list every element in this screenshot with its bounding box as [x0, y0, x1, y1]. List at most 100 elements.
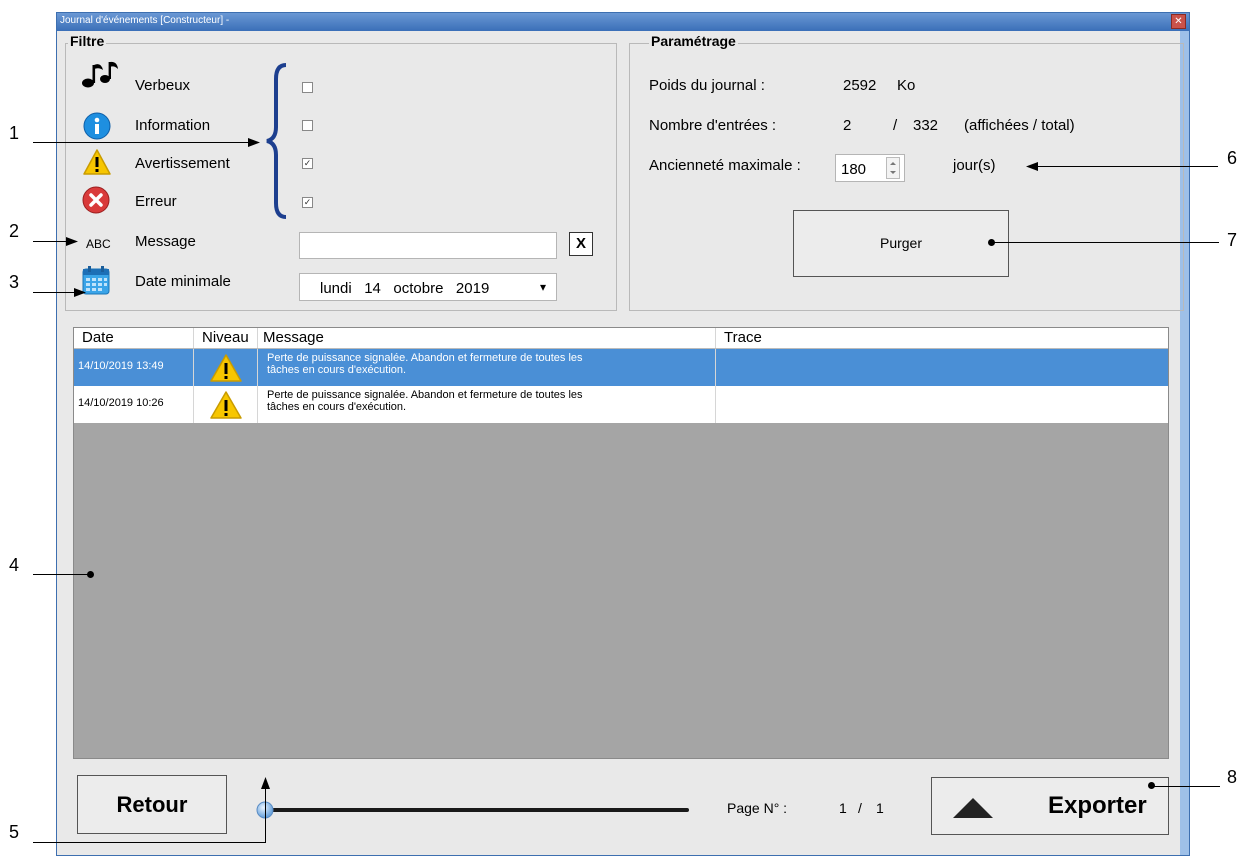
- error-icon: [82, 186, 110, 214]
- column-header-trace[interactable]: Trace: [716, 328, 1168, 348]
- arrow-up-icon: [261, 777, 270, 789]
- row-message-line2: tâches en cours d'exécution.: [267, 364, 407, 376]
- level-label-verbose: Verbeux: [135, 77, 191, 94]
- callout-number: 1: [9, 123, 20, 143]
- callout-number: 7: [1227, 230, 1238, 250]
- column-header-date[interactable]: Date: [74, 328, 194, 348]
- entries-shown-value: 2: [843, 117, 852, 134]
- settings-group-title: Paramétrage: [649, 33, 738, 49]
- callout-line: [33, 574, 89, 575]
- check-icon: ✓: [303, 197, 312, 207]
- music-notes-icon: [82, 61, 118, 88]
- table-header: Date Niveau Message Trace: [74, 328, 1168, 349]
- check-icon: ✓: [303, 158, 312, 168]
- page-total: 1: [876, 800, 884, 816]
- event-table: Date Niveau Message Trace 14/10/2019 13:…: [73, 327, 1169, 759]
- page-current: 1: [839, 800, 847, 816]
- callout-line: [1152, 786, 1220, 787]
- info-icon: [83, 112, 111, 140]
- row-message: Perte de puissance signalée. Abandon et …: [258, 349, 716, 386]
- purge-button-label: Purger: [879, 235, 923, 251]
- row-date: 14/10/2019 10:26: [74, 386, 194, 423]
- back-button[interactable]: Retour: [77, 775, 227, 834]
- message-label: Message: [135, 233, 196, 250]
- checkbox-brace: [266, 63, 287, 219]
- level-label-error: Erreur: [135, 193, 177, 210]
- callout-dot: [1148, 782, 1155, 789]
- table-row[interactable]: 14/10/2019 13:49 Perte de puissance sign…: [74, 349, 1168, 386]
- column-header-message[interactable]: Message: [258, 328, 716, 348]
- export-button[interactable]: Exporter: [931, 777, 1169, 835]
- arrow-left-icon: [1026, 162, 1038, 171]
- min-date-picker[interactable]: lundi 14 octobre 2019 ▾: [299, 273, 557, 301]
- callout-number: 6: [1227, 148, 1238, 168]
- window-title: Journal d'événements [Constructeur] -: [60, 15, 230, 26]
- callout-number: 2: [9, 221, 20, 241]
- entries-separator: /: [893, 117, 898, 134]
- log-weight-unit: Ko: [897, 77, 916, 94]
- row-trace: [716, 349, 1168, 386]
- callout-dot: [87, 571, 94, 578]
- title-bar: Journal d'événements [Constructeur] - ✕: [57, 13, 1189, 31]
- row-message-line1: Perte de puissance signalée. Abandon et …: [267, 352, 583, 364]
- page-slider-track[interactable]: [263, 808, 689, 812]
- clear-message-button[interactable]: X: [569, 232, 593, 256]
- clear-icon: X: [575, 235, 586, 252]
- callout-line: [1219, 786, 1220, 787]
- checkbox-verbose[interactable]: [302, 82, 313, 93]
- message-filter-input[interactable]: [299, 232, 557, 259]
- column-header-level[interactable]: Niveau: [194, 328, 258, 348]
- max-age-spinner[interactable]: 180: [835, 154, 905, 182]
- chevron-down-icon[interactable]: ▾: [540, 280, 546, 294]
- log-weight-value: 2592: [843, 77, 877, 94]
- row-level: [194, 386, 258, 423]
- row-trace: [716, 386, 1168, 423]
- row-message: Perte de puissance signalée. Abandon et …: [258, 386, 716, 423]
- callout-line: [33, 241, 69, 242]
- checkbox-information[interactable]: [302, 120, 313, 131]
- min-date-value: lundi 14 octobre 2019: [320, 280, 490, 297]
- warning-icon: [210, 391, 242, 419]
- max-age-label: Ancienneté maximale :: [649, 157, 801, 174]
- table-row[interactable]: 14/10/2019 10:26 Perte de puissance sign…: [74, 386, 1168, 423]
- filter-group-title: Filtre: [68, 33, 107, 49]
- page-label: Page N° :: [727, 800, 788, 816]
- row-message-line1: Perte de puissance signalée. Abandon et …: [267, 389, 583, 401]
- callout-line: [33, 842, 266, 843]
- callout-line: [33, 142, 255, 143]
- arrow-right-icon: [74, 288, 86, 297]
- log-weight-label: Poids du journal :: [649, 77, 765, 94]
- callout-line: [33, 292, 77, 293]
- level-label-information: Information: [135, 117, 211, 134]
- entries-total-value: 332: [913, 117, 939, 134]
- max-age-unit: jour(s): [953, 157, 996, 174]
- abc-text-icon: ABC: [86, 237, 111, 251]
- warning-icon: [210, 354, 242, 382]
- back-button-label: Retour: [116, 792, 188, 817]
- callout-number: 8: [1227, 767, 1238, 787]
- spinner-buttons[interactable]: [886, 157, 900, 179]
- triangle-up-icon: [953, 798, 993, 818]
- close-icon: ✕: [1174, 16, 1183, 27]
- callout-line: [992, 242, 1219, 243]
- export-button-label: Exporter: [1048, 792, 1147, 819]
- calendar-icon: [82, 266, 110, 295]
- purge-button[interactable]: Purger: [793, 210, 1009, 277]
- arrow-right-icon: [66, 237, 78, 246]
- event-log-window: Journal d'événements [Constructeur] - ✕ …: [56, 12, 1190, 856]
- checkbox-error[interactable]: ✓: [302, 197, 313, 208]
- level-label-warning: Avertissement: [135, 155, 230, 172]
- row-level: [194, 349, 258, 386]
- row-date: 14/10/2019 13:49: [74, 349, 194, 386]
- arrow-right-icon: [248, 138, 260, 147]
- callout-line: [265, 785, 266, 843]
- entries-note: (affichées / total): [964, 117, 1075, 134]
- spinner-arrows-icon: [890, 162, 896, 174]
- min-date-label: Date minimale: [135, 273, 231, 290]
- callout-number: 5: [9, 822, 20, 842]
- warning-icon: [83, 149, 111, 175]
- callout-dot: [988, 239, 995, 246]
- callout-number: 4: [9, 555, 20, 575]
- close-button[interactable]: ✕: [1171, 14, 1186, 29]
- checkbox-warning[interactable]: ✓: [302, 158, 313, 169]
